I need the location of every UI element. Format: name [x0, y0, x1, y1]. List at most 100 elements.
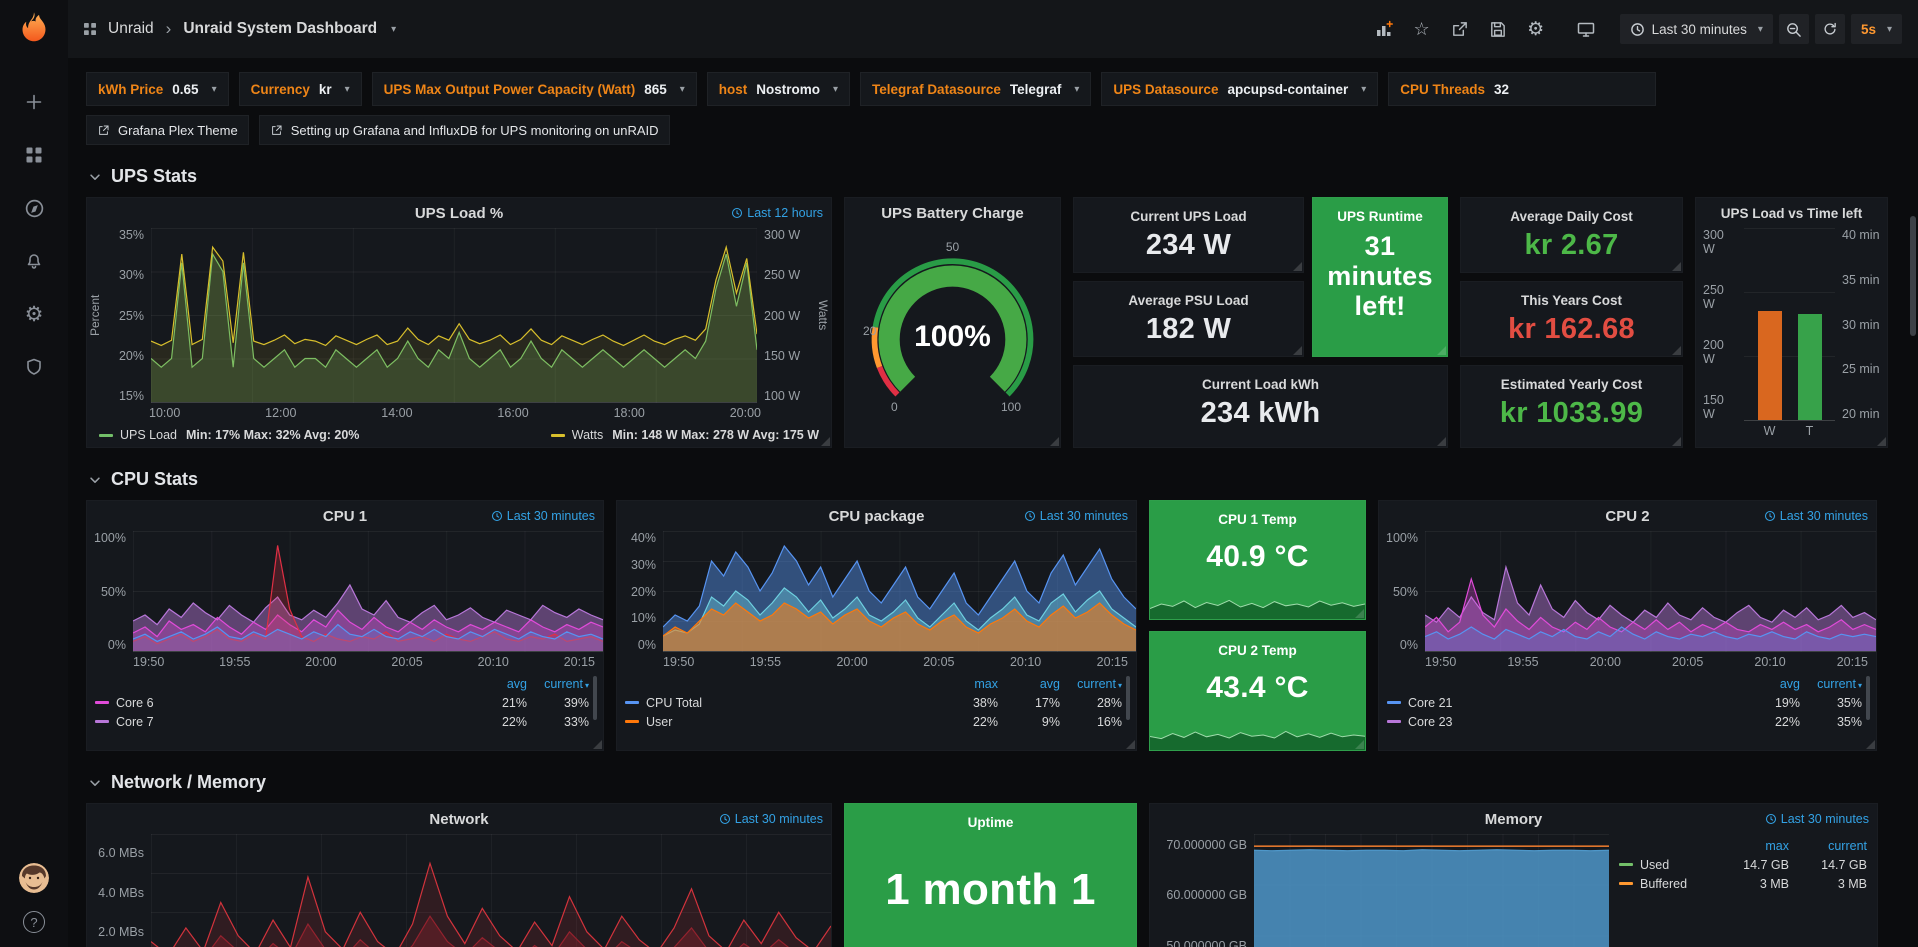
link-grafana-plex-theme[interactable]: Grafana Plex Theme: [86, 115, 249, 145]
panel-resize-handle[interactable]: [1126, 740, 1135, 749]
monitor-icon: [1576, 19, 1596, 39]
legend-series[interactable]: Core 23: [1387, 715, 1738, 729]
x-axis-labels: W T: [1744, 421, 1835, 443]
sidebar-item-explore[interactable]: [21, 195, 47, 221]
legend-series[interactable]: Core 21: [1387, 696, 1738, 710]
legend-item-watts[interactable]: WattsMin: 148 W Max: 278 W Avg: 175 W: [551, 428, 819, 442]
variable-ups-max-output[interactable]: UPS Max Output Power Capacity (Watt)865▾: [372, 72, 697, 106]
cpu1-chart[interactable]: [133, 531, 603, 652]
legend-series[interactable]: Core 6: [95, 696, 465, 710]
ups-bar-chart[interactable]: [1744, 228, 1835, 421]
legend-series[interactable]: User: [625, 715, 936, 729]
cycle-view-mode-button[interactable]: [1570, 14, 1602, 44]
panel-resize-handle[interactable]: [593, 740, 602, 749]
help-menu[interactable]: ?: [23, 911, 45, 933]
panel-resize-handle[interactable]: [1355, 609, 1364, 618]
panel-title[interactable]: UPS Battery Charge: [881, 205, 1024, 222]
bar-watts[interactable]: [1758, 311, 1782, 420]
panel-resize-handle[interactable]: [821, 437, 830, 446]
legend-scrollbar[interactable]: [1126, 676, 1130, 720]
section-network-memory[interactable]: Network / Memory: [88, 772, 1898, 793]
panel-time-override[interactable]: Last 30 minutes: [719, 812, 823, 826]
network-chart[interactable]: [151, 834, 831, 947]
panel-memory: Memory Last 30 minutes 70.000000 GB 60.0…: [1149, 803, 1878, 947]
chevron-down-icon: [88, 776, 102, 790]
panel-time-override[interactable]: Last 30 minutes: [1765, 812, 1869, 826]
legend-header: max avg current▾: [625, 674, 1122, 693]
external-link-icon: [97, 124, 110, 137]
mark-favorite-button[interactable]: ☆: [1406, 14, 1438, 44]
sidebar-item-server-admin[interactable]: [21, 354, 47, 380]
panel-time-override[interactable]: Last 30 minutes: [1024, 509, 1128, 523]
cpu-threads-input[interactable]: 32: [1494, 82, 1644, 97]
gauge-value: 100%: [855, 320, 1050, 354]
stat-value: 234 W: [1074, 229, 1303, 262]
shield-icon: [24, 357, 44, 377]
legend-item-ups-load[interactable]: UPS LoadMin: 17% Max: 32% Avg: 20%: [99, 428, 359, 442]
panel-resize-handle[interactable]: [1293, 346, 1302, 355]
bar-time-left[interactable]: [1798, 314, 1822, 420]
refresh-button[interactable]: [1815, 14, 1845, 44]
variable-cpu-threads[interactable]: CPU Threads32: [1388, 72, 1656, 106]
ups-load-chart[interactable]: [151, 228, 757, 403]
sidebar-item-configuration[interactable]: ⚙: [21, 301, 47, 327]
legend-series[interactable]: CPU Total: [625, 696, 936, 710]
section-cpu-stats[interactable]: CPU Stats: [88, 469, 1898, 490]
grafana-logo[interactable]: [12, 7, 56, 51]
cpu-package-chart[interactable]: [663, 531, 1136, 652]
breadcrumb-org[interactable]: Unraid: [108, 20, 154, 38]
zoom-out-button[interactable]: [1779, 14, 1809, 44]
panel-resize-handle[interactable]: [1293, 262, 1302, 271]
refresh-interval-picker[interactable]: 5s ▾: [1851, 14, 1902, 44]
panel-resize-handle[interactable]: [1877, 437, 1886, 446]
panel-title[interactable]: UPS Load %: [415, 205, 503, 222]
stat-panel-cpu2-temp: CPU 2 Temp 43.4 °C: [1149, 631, 1366, 751]
panel-resize-handle[interactable]: [1437, 437, 1446, 446]
panel-resize-handle[interactable]: [1437, 346, 1446, 355]
variable-telegraf-datasource[interactable]: Telegraf DatasourceTelegraf▾: [860, 72, 1091, 106]
memory-chart[interactable]: [1254, 834, 1609, 947]
share-dashboard-button[interactable]: [1444, 14, 1476, 44]
legend-series[interactable]: Buffered: [1619, 877, 1711, 891]
user-avatar[interactable]: [19, 863, 49, 893]
sidebar-item-create[interactable]: [21, 89, 47, 115]
time-range-picker[interactable]: Last 30 minutes ▾: [1620, 14, 1773, 44]
panel-resize-handle[interactable]: [1672, 262, 1681, 271]
section-ups-stats[interactable]: UPS Stats: [88, 166, 1898, 187]
y-axis-labels-right: 300 W250 W200 W150 W100 W: [757, 228, 815, 403]
stat-panel-current-load-kwh: Current Load kWh 234 kWh: [1073, 365, 1448, 448]
legend-series[interactable]: Used: [1619, 858, 1711, 872]
sidebar-item-dashboards[interactable]: [21, 142, 47, 168]
variable-host[interactable]: hostNostromo▾: [707, 72, 850, 106]
battery-gauge[interactable]: 100% 0 50 100 20: [855, 232, 1050, 437]
dashboard-title[interactable]: Unraid System Dashboard: [183, 20, 377, 38]
time-range-label: Last 30 minutes: [1652, 22, 1747, 37]
gear-icon: ⚙: [25, 304, 44, 325]
legend-table: avg current▾ Core 21 19% 35% Core 23 22%…: [1387, 674, 1862, 750]
link-ups-monitoring-guide[interactable]: Setting up Grafana and InfluxDB for UPS …: [259, 115, 670, 145]
panel-time-override[interactable]: Last 12 hours: [731, 206, 823, 220]
panel-resize-handle[interactable]: [1050, 437, 1059, 446]
page-scrollbar[interactable]: [1910, 216, 1916, 336]
variable-currency[interactable]: Currencykr▾: [239, 72, 362, 106]
stat-value: 1 month 1: [845, 865, 1136, 915]
panel-resize-handle[interactable]: [1672, 346, 1681, 355]
sidebar-item-alerting[interactable]: [21, 248, 47, 274]
panel-time-override[interactable]: Last 30 minutes: [1764, 509, 1868, 523]
cpu2-chart[interactable]: [1425, 531, 1876, 652]
caret-down-icon[interactable]: ▾: [391, 24, 396, 35]
panel-time-override[interactable]: Last 30 minutes: [491, 509, 595, 523]
panel-resize-handle[interactable]: [1672, 437, 1681, 446]
legend-series[interactable]: Core 7: [95, 715, 465, 729]
main-area: Unraid › Unraid System Dashboard ▾ ☆ ⚙: [68, 0, 1918, 947]
legend-scrollbar[interactable]: [593, 676, 597, 720]
dashboard-settings-button[interactable]: ⚙: [1520, 14, 1552, 44]
variable-ups-datasource[interactable]: UPS Datasourceapcupsd-container▾: [1101, 72, 1378, 106]
add-panel-button[interactable]: [1368, 14, 1400, 44]
legend-scrollbar[interactable]: [1866, 676, 1870, 720]
panel-resize-handle[interactable]: [1355, 740, 1364, 749]
save-dashboard-button[interactable]: [1482, 14, 1514, 44]
variable-kwh-price[interactable]: kWh Price0.65▾: [86, 72, 229, 106]
plus-icon: [24, 92, 44, 112]
panel-resize-handle[interactable]: [1866, 740, 1875, 749]
